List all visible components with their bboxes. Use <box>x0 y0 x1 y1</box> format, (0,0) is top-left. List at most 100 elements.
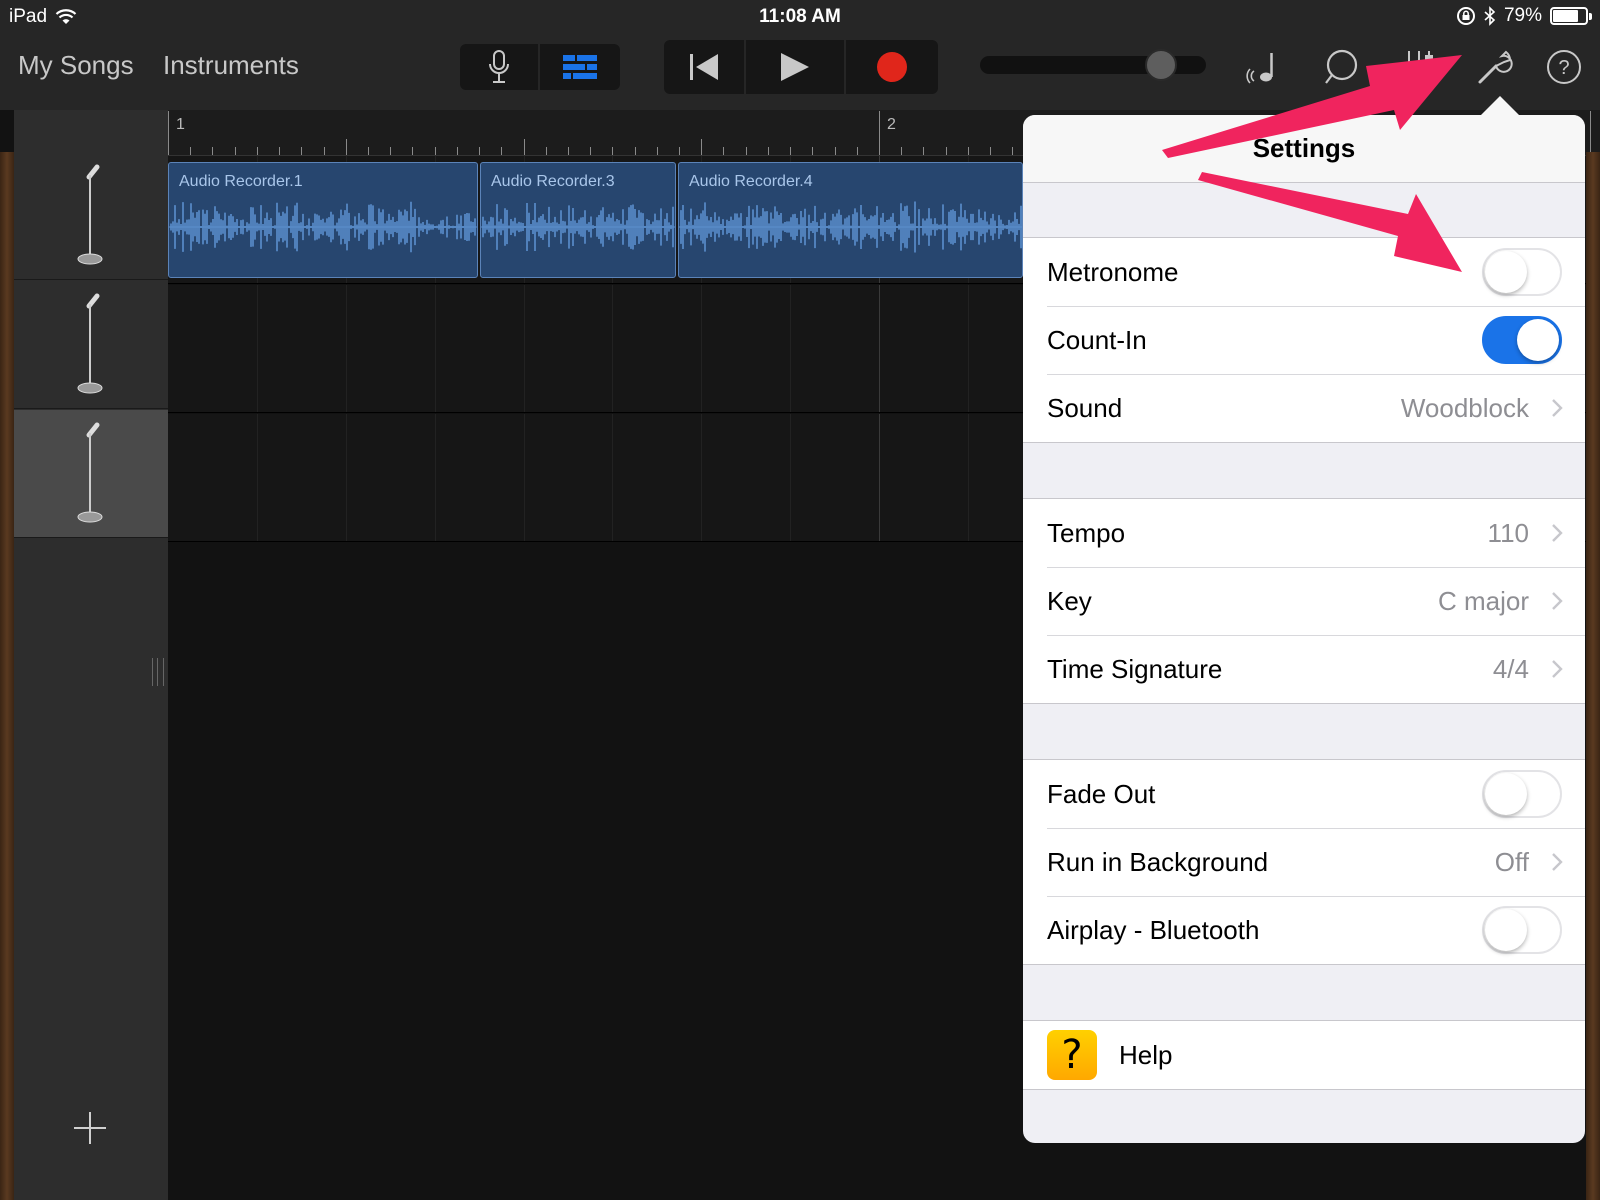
help-book-icon: ? <box>1047 1030 1097 1080</box>
grid-line <box>345 285 347 412</box>
tracks-view-button[interactable] <box>540 44 620 90</box>
ruler-tick <box>390 147 392 155</box>
ruler-tick <box>567 147 569 155</box>
instruments-button[interactable]: Instruments <box>163 50 299 81</box>
airplay-bluetooth-toggle[interactable] <box>1482 906 1562 954</box>
svg-text:?: ? <box>1558 57 1569 79</box>
ruler-tick <box>967 147 969 155</box>
ruler-tick <box>256 147 258 155</box>
chevron-right-icon <box>1552 524 1563 542</box>
bar-number-1: 1 <box>176 116 185 133</box>
mixer-button[interactable] <box>1398 46 1440 88</box>
ruler-tick <box>545 147 547 155</box>
microphone-stand-icon <box>77 422 103 522</box>
audio-region[interactable]: Audio Recorder.4 <box>678 162 1023 278</box>
key-label: Key <box>1047 585 1092 616</box>
ruler-tick <box>834 147 836 155</box>
key-value: C major <box>1437 585 1529 616</box>
volume-knob[interactable] <box>1144 49 1177 81</box>
count-in-toggle[interactable] <box>1482 316 1562 364</box>
grid-line <box>790 414 792 541</box>
help-icon: ? <box>1547 50 1581 84</box>
ruler-tick <box>523 139 525 155</box>
track-header-2[interactable] <box>14 281 168 409</box>
grid-line <box>434 285 436 412</box>
chevron-right-icon <box>1552 399 1563 417</box>
metronome-button[interactable] <box>1241 46 1283 88</box>
key-row[interactable]: Key C major <box>1023 567 1585 635</box>
ruler-tick <box>879 111 880 155</box>
ruler-tick <box>234 147 236 155</box>
grid-line <box>434 414 436 541</box>
metronome-toggle[interactable] <box>1482 248 1562 296</box>
grid-line <box>523 285 525 412</box>
help-group: ? Help <box>1023 1020 1585 1090</box>
settings-popover: Settings Metronome Count-In Sound Woodbl… <box>1023 115 1585 1143</box>
battery-icon <box>1550 7 1592 25</box>
region-label: Audio Recorder.4 <box>689 173 813 190</box>
fade-out-label: Fade Out <box>1047 778 1156 809</box>
popover-arrow <box>1480 96 1520 116</box>
other-settings-group: Fade Out Run in Background Off Airplay -… <box>1023 759 1585 965</box>
ruler-tick <box>790 147 792 155</box>
help-label: Help <box>1119 1039 1173 1070</box>
grid-line <box>256 414 258 541</box>
loop-browser-button[interactable] <box>1320 46 1362 88</box>
ruler-tick <box>901 147 903 155</box>
region-label: Audio Recorder.3 <box>491 173 615 190</box>
settings-button[interactable] <box>1474 46 1516 88</box>
count-in-row: Count-In <box>1023 306 1585 374</box>
ruler-tick <box>456 147 458 155</box>
grid-line <box>523 414 525 541</box>
mixer-icon <box>1408 51 1433 83</box>
ruler-tick <box>479 147 481 155</box>
grid-line <box>967 414 969 541</box>
record-button[interactable] <box>846 40 938 94</box>
metronome-settings-group: Metronome Count-In Sound Woodblock <box>1023 237 1585 443</box>
waveform <box>679 201 1022 253</box>
sound-row[interactable]: Sound Woodblock <box>1023 374 1585 442</box>
instrument-view-button[interactable] <box>460 44 540 90</box>
song-settings-group: Tempo 110 Key C major Time Signature 4/4 <box>1023 498 1585 704</box>
ruler-tick <box>590 147 592 155</box>
ruler-tick <box>501 147 503 155</box>
my-songs-button[interactable]: My Songs <box>18 50 134 81</box>
master-volume-slider[interactable] <box>980 49 1206 81</box>
airplay-bluetooth-label: Airplay - Bluetooth <box>1047 914 1260 945</box>
track-header-resize-handle[interactable] <box>152 658 164 686</box>
status-time: 11:08 AM <box>759 6 841 27</box>
toggle-thumb <box>1485 251 1527 293</box>
grid-line <box>701 414 703 541</box>
fade-out-toggle[interactable] <box>1482 770 1562 818</box>
wrench-icon <box>1478 50 1513 84</box>
ruler-tick <box>279 147 281 155</box>
track-header-1[interactable] <box>14 152 168 280</box>
metronome-row: Metronome <box>1023 238 1585 306</box>
tempo-row[interactable]: Tempo 110 <box>1023 499 1585 567</box>
ruler-tick <box>367 147 369 155</box>
ruler-tick <box>1590 111 1591 155</box>
audio-region[interactable]: Audio Recorder.1 <box>168 162 478 278</box>
add-track-button[interactable] <box>72 1110 108 1146</box>
go-to-beginning-icon <box>690 54 718 80</box>
ruler-tick <box>634 147 636 155</box>
grid-line <box>612 285 614 412</box>
audio-region[interactable]: Audio Recorder.3 <box>480 162 676 278</box>
toggle-thumb <box>1485 773 1527 815</box>
track-header-3[interactable] <box>14 410 168 538</box>
wood-panel-right <box>1586 152 1600 1200</box>
time-signature-row[interactable]: Time Signature 4/4 <box>1023 635 1585 703</box>
metronome-icon <box>1246 53 1273 84</box>
play-icon <box>781 53 809 81</box>
play-button[interactable] <box>746 40 846 94</box>
toggle-thumb <box>1517 319 1559 361</box>
chevron-right-icon <box>1552 660 1563 678</box>
ruler-tick <box>679 147 681 155</box>
fade-out-row: Fade Out <box>1023 760 1585 828</box>
loop-icon <box>1325 49 1358 84</box>
ruler-tick <box>767 147 769 155</box>
help-row[interactable]: ? Help <box>1023 1021 1585 1089</box>
help-button[interactable]: ? <box>1543 46 1585 88</box>
go-to-beginning-button[interactable] <box>664 40 746 94</box>
run-in-background-row[interactable]: Run in Background Off <box>1023 828 1585 896</box>
